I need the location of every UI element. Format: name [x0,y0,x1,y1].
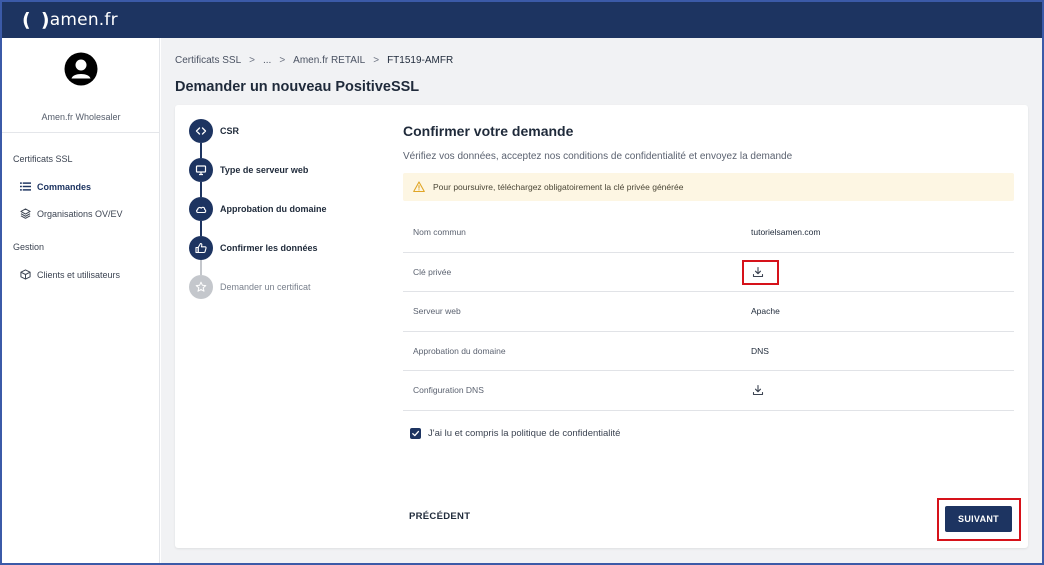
cube-icon [20,269,31,280]
step-connector [200,143,202,158]
logo-paren-right: ) [40,9,50,31]
check-icon [412,430,420,437]
breadcrumb: Certificats SSL > ... > Amen.fr RETAIL >… [175,55,453,66]
warning-text: Pour poursuivre, téléchargez obligatoire… [433,182,684,192]
download-private-key-icon[interactable] [752,266,764,278]
privacy-consent[interactable]: J'ai lu et compris la politique de confi… [410,428,620,439]
step-connector [200,221,202,236]
next-button[interactable]: SUIVANT [945,506,1012,532]
monitor-icon [195,165,207,176]
org-name: Amen.fr Wholesaler [41,112,121,122]
list-icon [20,182,31,191]
step-label: Type de serveur web [220,165,309,175]
step-connector [200,260,202,275]
privacy-checkbox[interactable] [410,428,421,439]
sidebar-item-label: Organisations OV/EV [37,208,123,219]
row-label: Configuration DNS [413,385,484,396]
step-label: Confirmer les données [220,243,318,253]
table-row: Configuration DNS [403,371,1014,411]
row-label: Clé privée [413,266,452,277]
row-label: Nom commun [413,227,466,238]
confirm-title: Confirmer votre demande [403,123,574,139]
sidebar-item-organisations[interactable]: Organisations OV/EV [20,208,123,219]
sidebar-divider [2,132,160,133]
table-row: Nom commun tutorielsamen.com [403,213,1014,253]
table-row: Serveur web Apache [403,292,1014,332]
sidebar-item-label: Commandes [37,181,92,192]
sidebar-item-clients[interactable]: Clients et utilisateurs [20,269,120,280]
app-frame: ( ) amen.fr Amen.fr Wholesaler Certifica… [0,0,1044,565]
layers-icon [20,208,31,219]
summary-table: Nom commun tutorielsamen.com Clé privée … [403,213,1014,411]
avatar-icon[interactable] [64,52,98,86]
row-label: Serveur web [413,306,461,317]
row-value: Apache [751,306,780,317]
step-connector [200,182,202,197]
highlight-box: SUIVANT [937,498,1021,541]
row-value: DNS [751,345,769,356]
step-webserver[interactable]: Type de serveur web [189,158,308,182]
privacy-label: J'ai lu et compris la politique de confi… [428,428,621,439]
star-icon [195,281,207,292]
step-label: CSR [220,126,240,136]
logo-text: amen.fr [49,10,118,30]
table-row: Approbation du domaine DNS [403,332,1014,371]
breadcrumb-separator: > [279,55,286,66]
sidebar-section-ssl: Certificats SSL [13,154,73,164]
breadcrumb-separator: > [249,55,255,66]
step-csr[interactable]: CSR [189,119,239,143]
breadcrumb-item-retail[interactable]: Amen.fr RETAIL [293,55,365,66]
step-request[interactable]: Demander un certificat [189,275,311,299]
breadcrumb-item-ssl[interactable]: Certificats SSL [175,55,241,66]
step-domain[interactable]: Approbation du domaine [189,197,327,221]
row-value: tutorielsamen.com [751,227,821,238]
breadcrumb-item-ellipsis[interactable]: ... [263,55,271,66]
step-label: Approbation du domaine [220,204,327,214]
table-row: Clé privée [403,253,1014,292]
confirm-subtitle: Vérifiez vos données, acceptez nos condi… [403,151,793,162]
row-label: Approbation du domaine [413,345,506,356]
warning-banner: Pour poursuivre, téléchargez obligatoire… [403,173,1014,201]
sidebar-section-gestion: Gestion [13,242,45,252]
code-icon [195,127,207,135]
breadcrumb-item-current: FT1519-AMFR [387,55,454,66]
previous-button[interactable]: PRÉCÉDENT [409,511,470,522]
main-area: Certificats SSL > ... > Amen.fr RETAIL >… [161,38,1042,563]
step-label: Demander un certificat [220,282,311,292]
step-confirm[interactable]: Confirmer les données [189,236,318,260]
sidebar-item-commandes[interactable]: Commandes [20,181,91,192]
sidebar: Amen.fr Wholesaler Certificats SSL Comma… [2,38,160,563]
logo-paren-left: ( [22,9,31,31]
sidebar-item-label: Clients et utilisateurs [37,269,121,280]
breadcrumb-separator: > [373,55,380,66]
thumbs-up-icon [195,242,207,254]
amen-logo[interactable]: ( ) amen.fr [22,9,118,31]
page-title: Demander un nouveau PositiveSSL [175,79,420,95]
top-bar: ( ) amen.fr [2,2,1042,38]
wizard-card: CSR Type de serveur web Approbation du d… [175,105,1028,548]
warning-icon [413,181,425,193]
download-dns-config-icon[interactable] [752,384,764,396]
cloud-icon [196,206,207,214]
